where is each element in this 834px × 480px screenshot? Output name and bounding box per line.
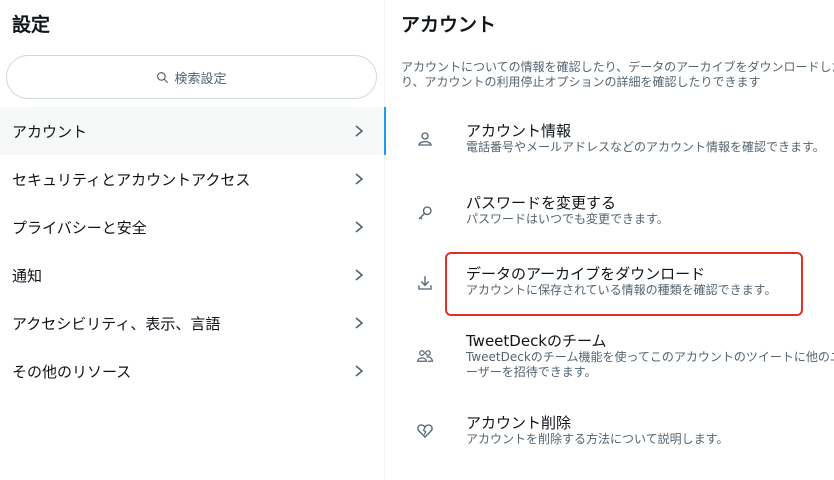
option-change-password[interactable]: パスワードを変更する パスワードはいつでも変更できます。 bbox=[386, 194, 834, 242]
search-icon bbox=[157, 71, 169, 83]
person-icon bbox=[418, 132, 432, 146]
option-subtitle: 電話番号やメールアドレスなどのアカウント情報を確認できます。 bbox=[466, 140, 825, 154]
menu-item-label: プライバシーと安全 bbox=[12, 218, 147, 237]
chevron-right-icon bbox=[355, 317, 364, 329]
menu-item-security[interactable]: セキュリティとアカウントアクセス bbox=[0, 155, 385, 203]
option-subtitle: アカウントを削除する方法について説明します。 bbox=[466, 432, 729, 446]
menu-item-label: その他のリソース bbox=[12, 362, 132, 381]
settings-title: 設定 bbox=[12, 14, 51, 36]
search-settings-input[interactable]: 検索設定 bbox=[6, 55, 377, 99]
option-delete-account[interactable]: アカウント削除 アカウントを削除する方法について説明します。 bbox=[386, 414, 834, 462]
chevron-right-icon bbox=[355, 221, 364, 233]
menu-item-label: セキュリティとアカウントアクセス bbox=[12, 170, 251, 189]
page-description: アカウントについての情報を確認したり、データのアーカイブをダウンロードしたり、ア… bbox=[401, 60, 834, 89]
menu-item-label: アカウント bbox=[12, 122, 88, 141]
option-title: TweetDeckのチーム bbox=[466, 332, 607, 350]
settings-menu: アカウント セキュリティとアカウントアクセス プライバシーと安全 通知 アクセシ… bbox=[0, 107, 386, 395]
option-subtitle: パスワードはいつでも変更できます。 bbox=[466, 212, 669, 226]
menu-item-accessibility[interactable]: アクセシビリティ、表示、言語 bbox=[0, 299, 385, 347]
chevron-right-icon bbox=[355, 125, 364, 137]
settings-sidebar: 設定 検索設定 アカウント セキュリティとアカウントアクセス プライバシーと安全… bbox=[0, 0, 386, 480]
key-icon bbox=[418, 206, 432, 220]
option-subtitle: TweetDeckのチーム機能を使ってこのアカウントのツイートに他のユーザーを招… bbox=[466, 350, 834, 379]
menu-item-notifications[interactable]: 通知 bbox=[0, 251, 385, 299]
chevron-right-icon bbox=[355, 365, 364, 377]
option-account-info[interactable]: アカウント情報 電話番号やメールアドレスなどのアカウント情報を確認できます。 bbox=[386, 122, 834, 170]
option-tweetdeck-teams[interactable]: TweetDeckのチーム TweetDeckのチーム機能を使ってこのアカウント… bbox=[386, 332, 834, 386]
highlight-box bbox=[445, 252, 803, 316]
account-panel: アカウント アカウントについての情報を確認したり、データのアーカイブをダウンロー… bbox=[386, 0, 834, 480]
option-title: アカウント削除 bbox=[466, 414, 572, 432]
menu-item-resources[interactable]: その他のリソース bbox=[0, 347, 385, 395]
search-placeholder: 検索設定 bbox=[174, 71, 227, 87]
team-icon bbox=[416, 350, 434, 362]
menu-item-label: アクセシビリティ、表示、言語 bbox=[12, 314, 221, 333]
menu-item-label: 通知 bbox=[12, 266, 43, 285]
menu-item-privacy[interactable]: プライバシーと安全 bbox=[0, 203, 385, 251]
page-title: アカウント bbox=[401, 14, 497, 36]
option-title: アカウント情報 bbox=[466, 122, 572, 140]
broken-heart-icon bbox=[417, 424, 433, 438]
chevron-right-icon bbox=[355, 173, 364, 185]
option-title: パスワードを変更する bbox=[466, 194, 617, 212]
menu-item-account[interactable]: アカウント bbox=[0, 107, 386, 155]
download-icon bbox=[418, 276, 432, 290]
chevron-right-icon bbox=[355, 269, 364, 281]
